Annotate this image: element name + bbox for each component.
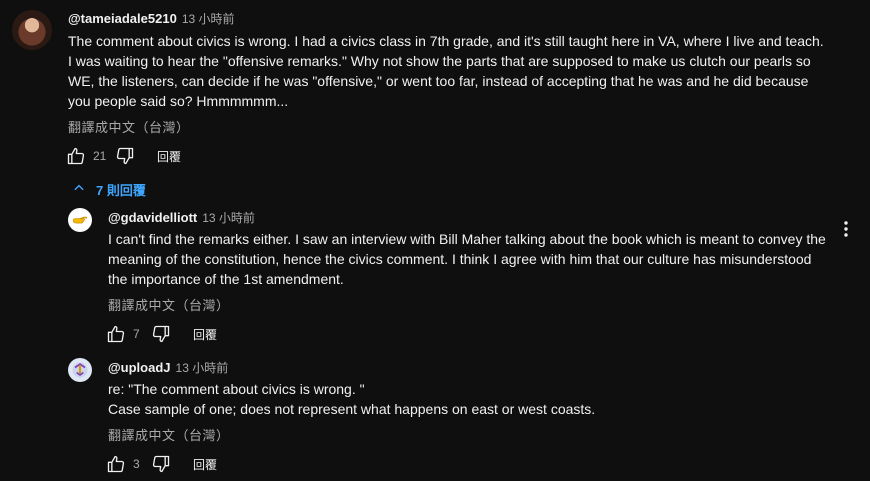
- reply-line: meaning of the constitution, hence the c…: [108, 251, 812, 267]
- reply-line: I can't find the remarks either. I saw a…: [108, 231, 826, 247]
- upload-symbol-icon: [72, 362, 88, 378]
- author-name[interactable]: @uploadJ: [108, 360, 171, 375]
- reply-header: @uploadJ 13 小時前: [108, 359, 228, 376]
- thumbs-down-icon[interactable]: [113, 144, 137, 168]
- author-name[interactable]: @tameiadale5210: [68, 11, 177, 26]
- comment-actions: 21 回覆: [64, 144, 181, 168]
- comment-line: you people said so? Hmmmmmm...: [68, 93, 289, 109]
- like-count: 21: [93, 149, 107, 163]
- reply-button[interactable]: 回覆: [157, 148, 181, 165]
- comment-header: @tameiadale5210 13 小時前: [68, 10, 235, 27]
- reply-text: re: "The comment about civics is wrong. …: [108, 379, 595, 419]
- comment-line: The comment about civics is wrong. I had…: [68, 33, 824, 49]
- reply-header: @gdavidelliott 13 小時前: [108, 209, 255, 226]
- thumbs-down-icon[interactable]: [149, 452, 173, 476]
- timestamp[interactable]: 13 小時前: [202, 209, 255, 226]
- replies-toggle[interactable]: 7 則回覆: [72, 180, 146, 199]
- more-vert-icon[interactable]: [836, 219, 856, 239]
- reply-button[interactable]: 回覆: [193, 456, 217, 473]
- thumbs-down-icon[interactable]: [149, 322, 173, 346]
- chevron-up-icon: [72, 181, 86, 198]
- thumbs-up-icon[interactable]: [104, 452, 128, 476]
- replies-count-label: 7 則回覆: [96, 183, 146, 198]
- reply-actions: 3 回覆: [104, 452, 217, 476]
- reply-line: the importance of the 1st amendment.: [108, 271, 344, 287]
- comment-line: I was waiting to hear the "offensive rem…: [68, 53, 811, 69]
- avatar[interactable]: [12, 10, 52, 50]
- timestamp[interactable]: 13 小時前: [176, 359, 229, 376]
- like-count: 7: [133, 327, 140, 341]
- reply-text: I can't find the remarks either. I saw a…: [108, 229, 826, 289]
- avatar[interactable]: [68, 208, 92, 232]
- reply-line: Case sample of one; does not represent w…: [108, 401, 596, 417]
- thumbs-up-icon[interactable]: [104, 322, 128, 346]
- timestamp[interactable]: 13 小時前: [182, 10, 235, 27]
- reply-button[interactable]: 回覆: [193, 326, 217, 343]
- translate-link[interactable]: 翻譯成中文（台灣）: [68, 117, 190, 136]
- thumbs-up-icon[interactable]: [64, 144, 88, 168]
- translate-link[interactable]: 翻譯成中文（台灣）: [108, 295, 230, 314]
- reply-actions: 7 回覆: [104, 322, 217, 346]
- avatar[interactable]: [68, 358, 92, 382]
- comment-text: The comment about civics is wrong. I had…: [68, 31, 824, 111]
- pointing-hand-icon: [72, 216, 88, 224]
- like-count: 3: [133, 457, 140, 471]
- author-name[interactable]: @gdavidelliott: [108, 210, 197, 225]
- reply-line: re: "The comment about civics is wrong. …: [108, 381, 365, 397]
- translate-link[interactable]: 翻譯成中文（台灣）: [108, 425, 230, 444]
- comment-line: WE, the listeners, can decide if he was …: [68, 73, 809, 89]
